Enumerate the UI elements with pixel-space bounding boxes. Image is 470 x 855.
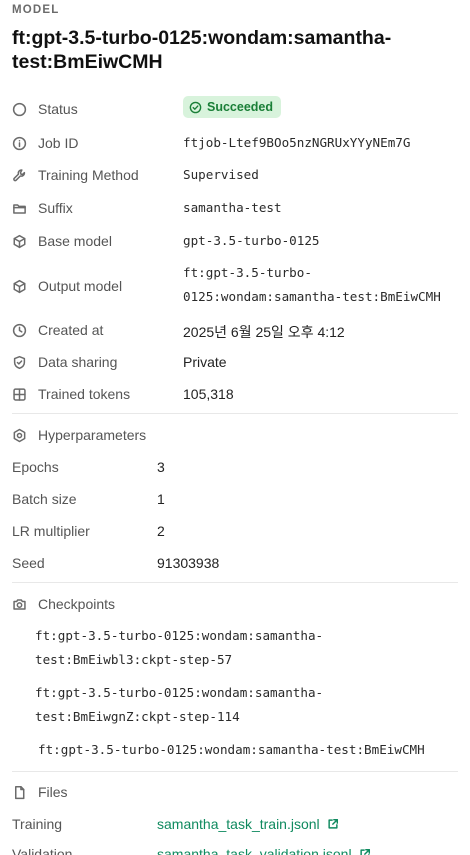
lr-multiplier-label: LR multiplier	[12, 523, 90, 539]
divider	[12, 582, 458, 583]
status-value: Succeeded	[207, 100, 274, 114]
model-title: ft:gpt-3.5-turbo-0125:wondam:samantha-te…	[12, 27, 392, 73]
output-model-row: Output model	[12, 278, 122, 294]
epochs-label: Epochs	[12, 459, 59, 475]
suffix-label: Suffix	[38, 200, 73, 216]
epochs-value: 3	[157, 459, 165, 475]
clock-icon	[12, 323, 27, 338]
trained-tokens-value: 105,318	[183, 386, 234, 402]
created-at-value: 2025년 6월 25일 오후 4:12	[183, 324, 345, 340]
job-id-label: Job ID	[38, 135, 79, 151]
divider	[12, 771, 458, 772]
job-id-row: Job ID	[12, 135, 78, 151]
seed-value: 91303938	[157, 555, 220, 571]
seed-label: Seed	[12, 555, 45, 571]
training-file-link[interactable]: samantha_task_train.jsonl	[157, 816, 339, 832]
output-model-value-line1[interactable]: ft:gpt-3.5-turbo-	[183, 265, 312, 280]
model-eyebrow: MODEL	[12, 4, 60, 16]
shield-icon	[12, 355, 27, 370]
cube-icon	[12, 279, 27, 294]
suffix-value: samantha-test	[183, 200, 282, 215]
checkpoint-line2: test:BmEiwgnZ:ckpt-step-114	[35, 709, 240, 724]
grid-icon	[12, 387, 27, 402]
validation-file-name: samantha_task_validation.jsonl	[157, 846, 352, 855]
created-at-row: Created at	[12, 322, 103, 338]
data-sharing-value: Private	[183, 354, 227, 370]
training-method-value: Supervised	[183, 167, 259, 182]
status-row: Status	[12, 101, 78, 117]
base-model-label: Base model	[38, 233, 112, 249]
trained-tokens-label: Trained tokens	[38, 386, 131, 402]
status-badge: Succeeded	[183, 96, 282, 118]
checkpoint-line2: test:BmEiwbl3:ckpt-step-57	[35, 652, 233, 667]
base-model-row: Base model	[12, 233, 112, 249]
wrench-icon	[12, 168, 27, 183]
divider	[12, 413, 458, 414]
hyperparameters-heading: Hyperparameters	[12, 427, 146, 443]
camera-icon	[12, 597, 27, 612]
batch-size-label: Batch size	[12, 491, 77, 507]
training-file-name: samantha_task_train.jsonl	[157, 816, 320, 832]
suffix-row: Suffix	[12, 200, 73, 216]
external-link-icon	[359, 848, 370, 855]
hyperparameters-title: Hyperparameters	[38, 427, 147, 443]
file-icon	[12, 785, 27, 800]
checkpoint-item[interactable]: ft:gpt-3.5-turbo-0125:wondam:samantha- t…	[35, 681, 323, 729]
checkpoint-line1: ft:gpt-3.5-turbo-0125:wondam:samantha-te…	[38, 742, 425, 757]
gear-icon	[12, 428, 27, 443]
training-method-label: Training Method	[38, 167, 139, 183]
checkpoint-item[interactable]: ft:gpt-3.5-turbo-0125:wondam:samantha- t…	[35, 624, 323, 672]
batch-size-value: 1	[157, 491, 165, 507]
status-label: Status	[38, 101, 78, 117]
base-model-value: gpt-3.5-turbo-0125	[183, 233, 320, 248]
validation-file-link[interactable]: samantha_task_validation.jsonl	[157, 846, 371, 855]
files-heading: Files	[12, 784, 68, 800]
cube-icon	[12, 234, 27, 249]
data-sharing-row: Data sharing	[12, 354, 117, 370]
job-id-value[interactable]: ftjob-Ltef9BOo5nzNGRUxYYyNEm7G	[183, 135, 410, 150]
files-title: Files	[38, 784, 68, 800]
data-sharing-label: Data sharing	[38, 354, 118, 370]
training-file-label: Training	[12, 816, 63, 832]
created-at-label: Created at	[38, 322, 104, 338]
output-model-value-line2[interactable]: 0125:wondam:samantha-test:BmEiwCMH	[183, 289, 441, 304]
checkpoint-line1: ft:gpt-3.5-turbo-0125:wondam:samantha-	[35, 685, 324, 700]
checkpoint-item[interactable]: ft:gpt-3.5-turbo-0125:wondam:samantha-te…	[38, 738, 425, 762]
validation-file-label: Validation	[12, 846, 73, 855]
lr-multiplier-value: 2	[157, 523, 165, 539]
circle-icon	[12, 102, 27, 117]
checkpoint-line1: ft:gpt-3.5-turbo-0125:wondam:samantha-	[35, 628, 324, 643]
external-link-icon	[328, 818, 338, 829]
folder-icon	[12, 201, 27, 216]
training-method-row: Training Method	[12, 167, 139, 183]
trained-tokens-row: Trained tokens	[12, 386, 130, 402]
check-circle-icon	[189, 101, 202, 113]
output-model-label: Output model	[38, 278, 123, 294]
info-icon	[12, 136, 27, 151]
checkpoints-title: Checkpoints	[38, 596, 116, 612]
checkpoints-heading: Checkpoints	[12, 596, 115, 612]
